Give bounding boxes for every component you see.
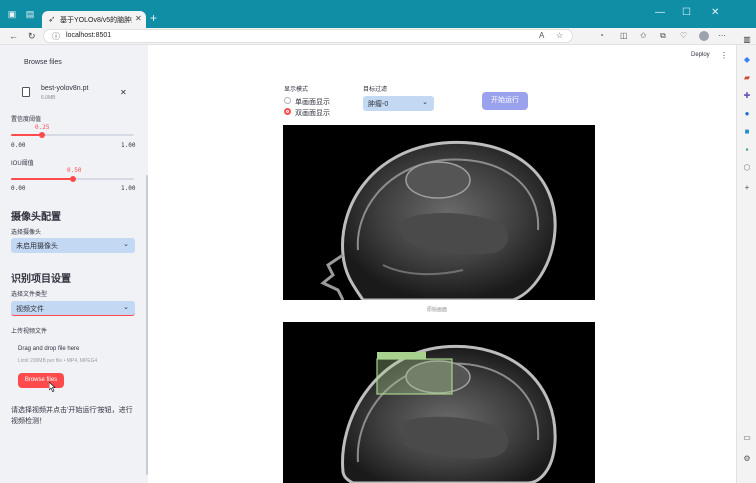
url-field[interactable]: ⓘ localhost:8501 bbox=[43, 29, 573, 43]
info-icon: ⓘ bbox=[52, 32, 60, 41]
camera-select-label: 选择摄像头 bbox=[11, 230, 42, 236]
drop-icon[interactable]: ⬡ bbox=[742, 163, 752, 173]
mri-scan-original bbox=[283, 125, 595, 300]
settings-icon[interactable]: ⚙ bbox=[742, 454, 752, 464]
refresh-icon[interactable]: ↻ bbox=[28, 31, 36, 41]
favorite-icon[interactable]: ☆ bbox=[556, 31, 563, 41]
tab-title: 基于YOLOv8/v5的脑肿瘤图像检测 bbox=[60, 17, 132, 24]
outlook-icon[interactable]: ■ bbox=[742, 127, 752, 137]
uploaded-file-name: best-yolov8n.pt bbox=[41, 85, 89, 92]
url-text: localhost:8501 bbox=[66, 32, 112, 39]
original-caption: 原始画面 bbox=[427, 307, 448, 313]
confidence-min: 0.00 bbox=[11, 142, 26, 149]
file-type-select-value: 视频文件 bbox=[16, 306, 44, 313]
confidence-thumb[interactable] bbox=[38, 132, 45, 138]
video-hint-text: 请选择视频并点击'开始运行'按钮，进行视频检测！ bbox=[11, 407, 133, 425]
shopping-icon[interactable]: ▰ bbox=[742, 73, 752, 83]
app-sidebar: Browse files best-yolov8n.pt 6.0MB ✕ 置信度… bbox=[0, 45, 148, 483]
chevron-down-icon: ⌄ bbox=[123, 304, 129, 311]
deploy-button[interactable]: Deploy bbox=[691, 52, 710, 58]
camera-select-value: 未启用摄像头 bbox=[16, 243, 58, 250]
iou-label: IOU阈值 bbox=[11, 161, 34, 167]
rocket-icon: ➶ bbox=[48, 14, 56, 24]
upload-label: 上传视频文件 bbox=[11, 329, 48, 335]
detected-image bbox=[283, 322, 595, 483]
browser-window: ▣ ▤ ➶ 基于YOLOv8/v5的脑肿瘤图像检测 ✕ + — ☐ ✕ ← ↻ … bbox=[0, 0, 756, 483]
minimize-icon[interactable]: — bbox=[655, 8, 665, 18]
confidence-max: 1.00 bbox=[121, 142, 136, 149]
drop-text: Drag and drop file here bbox=[18, 346, 80, 352]
iou-thumb[interactable] bbox=[69, 176, 76, 182]
browse-files-top-button[interactable]: Browse files bbox=[24, 59, 62, 66]
app-menu-icon[interactable]: ⋮ bbox=[720, 51, 728, 60]
browser-menu-icon[interactable]: ⋯ bbox=[718, 31, 726, 41]
chevron-down-icon: ⌄ bbox=[123, 241, 129, 248]
mri-scan-detected bbox=[283, 322, 595, 483]
radio-single[interactable] bbox=[284, 97, 291, 104]
iou-min: 0.00 bbox=[11, 185, 26, 192]
camera-section-title: 摄像头配置 bbox=[11, 212, 61, 223]
search-sidebar-icon[interactable]: ◆ bbox=[742, 55, 752, 65]
confidence-label: 置信度阈值 bbox=[11, 117, 42, 123]
screen-icon[interactable]: ▭ bbox=[742, 433, 752, 443]
confidence-value: 0.25 bbox=[35, 124, 50, 131]
split-screen-icon[interactable]: ◫ bbox=[620, 31, 628, 41]
browser-essentials-icon[interactable]: ♡ bbox=[680, 31, 687, 41]
edge-sidebar: ▥ ◆ ▰ ✚ ● ■ ▪ ⬡ + ▭ ⚙ bbox=[736, 35, 756, 483]
tab-actions-icon[interactable]: ▤ bbox=[25, 9, 35, 19]
confidence-fill bbox=[11, 134, 42, 136]
games-icon[interactable]: ● bbox=[742, 109, 752, 119]
file-icon bbox=[22, 87, 30, 97]
close-tab-icon[interactable]: ✕ bbox=[135, 14, 142, 23]
target-filter-select[interactable]: 肿瘤-0 ⌄ bbox=[363, 96, 434, 111]
collections-icon[interactable]: ⧉ bbox=[660, 31, 666, 41]
new-tab-button[interactable]: + bbox=[150, 12, 157, 24]
radio-single-label: 单画面显示 bbox=[295, 99, 330, 106]
address-bar: ← ↻ ⓘ localhost:8501 A ☆ ◔ ◫ ✩ ⧉ ♡ ⋯ bbox=[0, 28, 756, 45]
iou-fill bbox=[11, 178, 73, 180]
detection-label-bar bbox=[377, 352, 426, 359]
iou-value: 0.50 bbox=[67, 167, 82, 174]
sidebar-toggle-icon[interactable]: ▥ bbox=[742, 35, 752, 45]
iou-max: 1.00 bbox=[121, 185, 136, 192]
target-filter-value: 肿瘤-0 bbox=[368, 101, 389, 108]
detection-box bbox=[376, 358, 453, 395]
profile-avatar[interactable] bbox=[699, 31, 709, 41]
favorites-bar-icon[interactable]: ✩ bbox=[640, 31, 647, 41]
radio-dual-label: 双画面显示 bbox=[295, 110, 330, 117]
streamlit-page: Browse files best-yolov8n.pt 6.0MB ✕ 置信度… bbox=[0, 45, 736, 483]
read-aloud-icon[interactable]: A bbox=[539, 31, 544, 41]
add-sidebar-app-icon[interactable]: + bbox=[742, 183, 752, 193]
close-window-icon[interactable]: ✕ bbox=[711, 8, 719, 18]
tools-icon[interactable]: ✚ bbox=[742, 91, 752, 101]
target-filter-label: 目标过滤 bbox=[363, 87, 388, 93]
uploaded-file-size: 6.0MB bbox=[41, 95, 56, 101]
file-type-select[interactable]: 视频文件 ⌄ bbox=[11, 301, 135, 316]
start-run-button[interactable]: 开始运行 bbox=[482, 92, 528, 110]
tab-strip: ▣ ▤ ➶ 基于YOLOv8/v5的脑肿瘤图像检测 ✕ + — ☐ ✕ bbox=[0, 0, 756, 28]
file-type-label: 选择文件类型 bbox=[11, 292, 48, 298]
back-icon[interactable]: ← bbox=[9, 31, 18, 41]
sidebar-scrollbar[interactable] bbox=[146, 175, 148, 475]
office-icon[interactable]: ▪ bbox=[742, 145, 752, 155]
limit-text: Limit 200MB per file • MP4, MPEG4 bbox=[18, 358, 98, 364]
browser-tab[interactable]: ➶ 基于YOLOv8/v5的脑肿瘤图像检测 ✕ bbox=[42, 11, 146, 28]
camera-select[interactable]: 未启用摄像头 ⌄ bbox=[11, 238, 135, 253]
maximize-icon[interactable]: ☐ bbox=[682, 8, 691, 18]
browse-files-button[interactable]: Browse files bbox=[18, 373, 64, 388]
mouse-cursor-icon bbox=[49, 382, 56, 392]
remove-file-icon[interactable]: ✕ bbox=[120, 88, 127, 97]
chevron-down-icon: ⌄ bbox=[422, 99, 428, 106]
original-image bbox=[283, 125, 595, 300]
radio-dual[interactable] bbox=[284, 108, 291, 115]
workspaces-icon[interactable]: ▣ bbox=[7, 9, 17, 19]
detect-section-title: 识别项目设置 bbox=[11, 274, 71, 285]
display-mode-label: 显示模式 bbox=[284, 87, 309, 93]
extension-icon[interactable]: ◔ bbox=[599, 31, 604, 41]
